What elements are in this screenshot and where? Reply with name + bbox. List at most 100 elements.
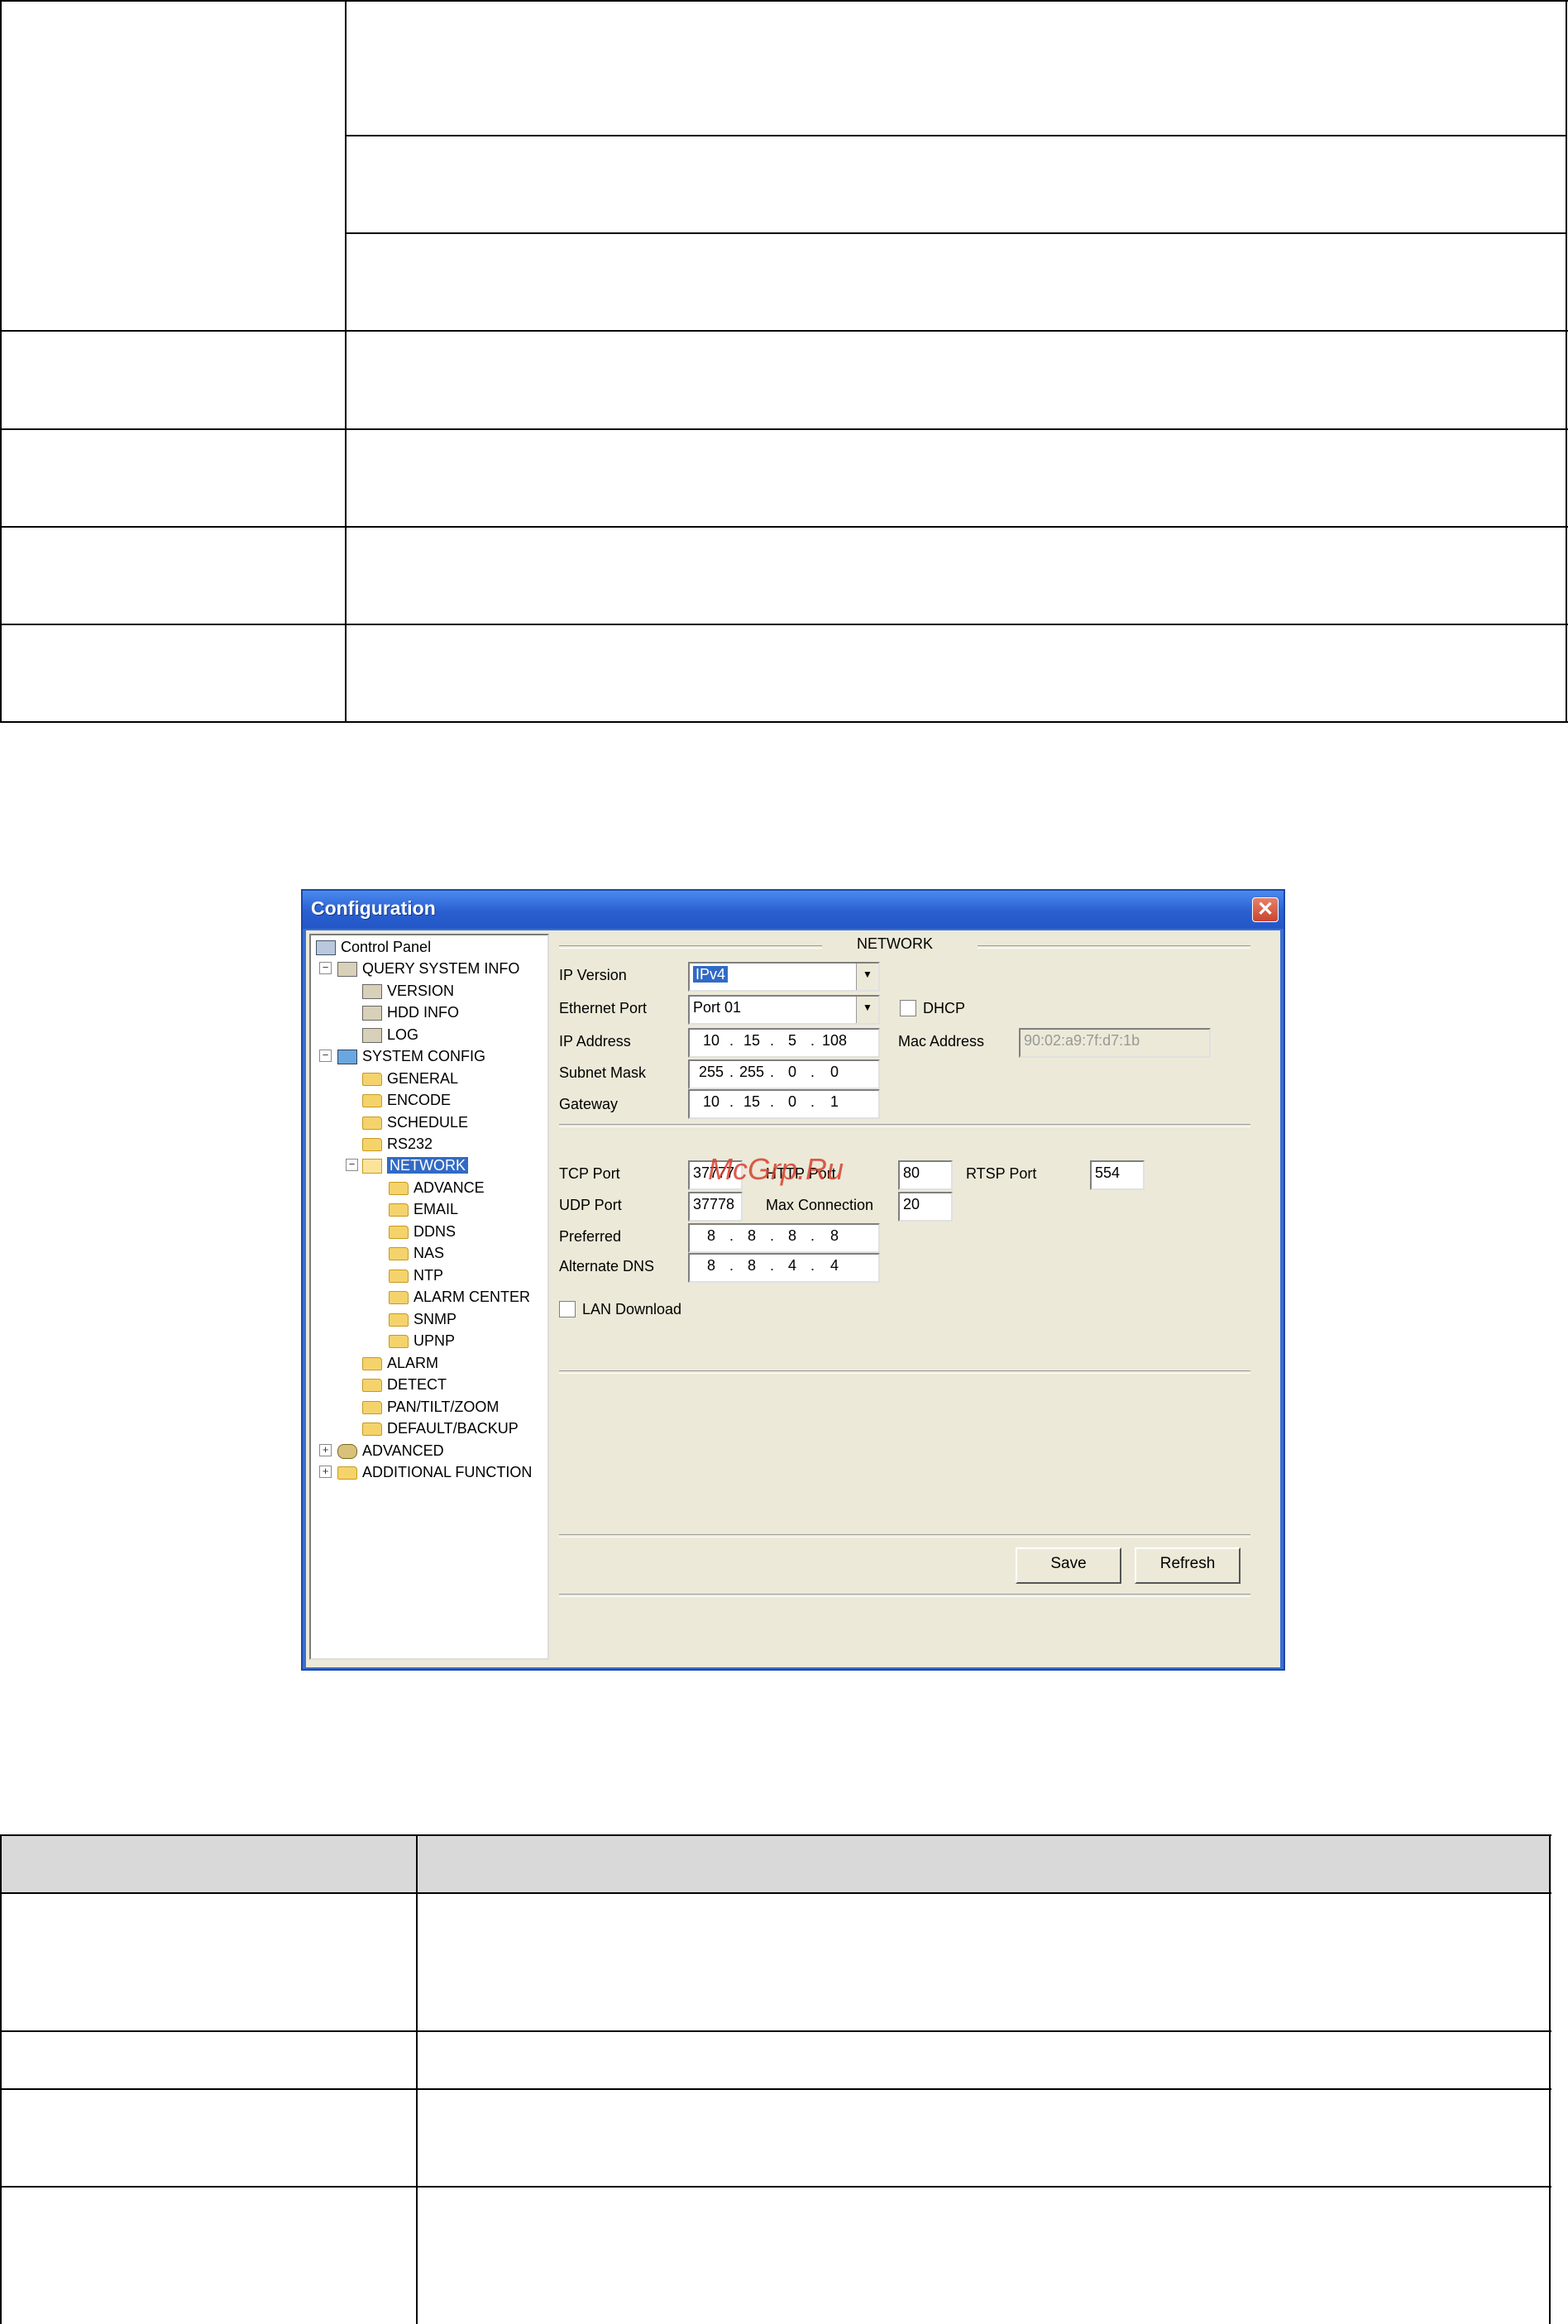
folder-icon — [389, 1270, 409, 1284]
folder-icon — [389, 1335, 409, 1349]
folder-icon — [362, 1094, 382, 1108]
refresh-button[interactable]: Refresh — [1135, 1547, 1241, 1584]
expand-icon[interactable]: + — [319, 1444, 332, 1456]
dhcp-label: DHCP — [923, 1000, 966, 1016]
folder-icon — [362, 1138, 382, 1152]
collapse-icon[interactable]: − — [319, 1050, 332, 1062]
tree-item-network[interactable]: NETWORK — [362, 1155, 468, 1175]
open-folder-icon — [362, 1159, 382, 1174]
close-icon: ✕ — [1256, 898, 1274, 921]
chevron-down-icon[interactable]: ▼ — [856, 964, 878, 990]
separator — [559, 1124, 1250, 1127]
preferred-dns-field[interactable]: 8.8.8.8 — [688, 1223, 880, 1253]
separator — [559, 1594, 1250, 1597]
folder-icon — [389, 1182, 409, 1196]
lan-download-label: LAN Download — [582, 1301, 682, 1317]
gears-icon — [337, 1444, 357, 1460]
tree-item-upnp[interactable]: UPNP — [389, 1331, 455, 1351]
folder-icon — [362, 1379, 382, 1393]
mac-address-field: 90:02:a9:7f:d7:1b — [1019, 1028, 1211, 1058]
folder-icon — [337, 1466, 357, 1480]
tree-item-hdd-info[interactable]: HDD INFO — [362, 1002, 459, 1022]
tree-item-alarm[interactable]: ALARM — [362, 1353, 438, 1373]
folder-icon — [389, 1203, 409, 1217]
tree-item-additional-function[interactable]: ADDITIONAL FUNCTION — [337, 1462, 532, 1482]
chevron-down-icon[interactable]: ▼ — [856, 997, 878, 1023]
title-bar[interactable]: Configuration ✕ — [303, 891, 1284, 929]
tools-icon — [337, 1050, 357, 1065]
expand-icon[interactable]: + — [319, 1466, 332, 1478]
tree-item-ntp[interactable]: NTP — [389, 1265, 443, 1285]
notepad-icon — [337, 962, 357, 978]
http-port-field[interactable]: 80 — [898, 1160, 953, 1190]
separator — [978, 945, 1250, 949]
ethernet-port-select[interactable]: Port 01 ▼ — [688, 995, 880, 1025]
rtsp-port-label: RTSP Port — [966, 1165, 1037, 1182]
mac-address-label: Mac Address — [898, 1033, 985, 1050]
separator — [559, 1370, 1250, 1374]
dialog-client: Control Panel − QUERY SYSTEM INFO VERSIO… — [306, 930, 1280, 1667]
notepad-icon — [362, 984, 382, 1000]
computer-icon — [316, 940, 336, 956]
configuration-dialog: Configuration ✕ Control Panel − QUERY SY… — [301, 889, 1285, 1671]
config-tree[interactable]: Control Panel − QUERY SYSTEM INFO VERSIO… — [309, 934, 549, 1660]
subnet-mask-field[interactable]: 255. 255. 0. 0 — [688, 1059, 880, 1089]
tree-item-detect[interactable]: DETECT — [362, 1375, 447, 1394]
preferred-dns-label: Preferred — [559, 1228, 622, 1245]
tree-item-version[interactable]: VERSION — [362, 981, 454, 1001]
alternate-dns-field[interactable]: 8.8.4.4 — [688, 1253, 880, 1283]
tree-item-query-system-info[interactable]: QUERY SYSTEM INFO — [337, 959, 519, 978]
folder-icon — [389, 1291, 409, 1305]
udp-port-field[interactable]: 37778 — [688, 1192, 743, 1222]
ethernet-port-label: Ethernet Port — [559, 1000, 648, 1016]
collapse-icon[interactable]: − — [319, 962, 332, 974]
tree-item-default-backup[interactable]: DEFAULT/BACKUP — [362, 1418, 519, 1438]
tree-item-advanced[interactable]: ADVANCED — [337, 1441, 444, 1461]
max-connection-field[interactable]: 20 — [898, 1192, 953, 1222]
tree-item-alarm-center[interactable]: ALARM CENTER — [389, 1287, 530, 1307]
tree-item-rs232[interactable]: RS232 — [362, 1134, 433, 1154]
separator — [559, 945, 822, 949]
folder-icon — [362, 1357, 382, 1371]
tree-item-schedule[interactable]: SCHEDULE — [362, 1112, 468, 1132]
udp-port-label: UDP Port — [559, 1197, 622, 1213]
subnet-mask-label: Subnet Mask — [559, 1064, 647, 1081]
notepad-icon — [362, 1006, 382, 1021]
separator — [559, 1534, 1250, 1537]
folder-icon — [362, 1073, 382, 1087]
tree-item-ptz[interactable]: PAN/TILT/ZOOM — [362, 1397, 499, 1417]
tree-item-system-config[interactable]: SYSTEM CONFIG — [337, 1046, 485, 1066]
notepad-icon — [362, 1028, 382, 1044]
tree-item-nas[interactable]: NAS — [389, 1243, 444, 1263]
rtsp-port-field[interactable]: 554 — [1090, 1160, 1145, 1190]
tree-item-email[interactable]: EMAIL — [389, 1199, 458, 1219]
tree-item-control-panel[interactable]: Control Panel — [316, 937, 431, 957]
tree-item-snmp[interactable]: SNMP — [389, 1309, 457, 1329]
close-button[interactable]: ✕ — [1252, 897, 1279, 922]
folder-icon — [389, 1226, 409, 1240]
tree-item-general[interactable]: GENERAL — [362, 1069, 458, 1088]
tree-item-log[interactable]: LOG — [362, 1025, 418, 1045]
tree-item-advance[interactable]: ADVANCE — [389, 1178, 485, 1198]
collapse-icon[interactable]: − — [346, 1159, 358, 1171]
gateway-field[interactable]: 10. 15. 0. 1 — [688, 1089, 880, 1119]
table-header-row — [0, 1834, 1551, 1894]
tree-item-encode[interactable]: ENCODE — [362, 1090, 451, 1110]
panel-heading: NETWORK — [857, 935, 933, 952]
folder-icon — [362, 1117, 382, 1131]
ip-address-label: IP Address — [559, 1033, 631, 1050]
gateway-label: Gateway — [559, 1096, 619, 1112]
max-connection-label: Max Connection — [766, 1197, 874, 1213]
alternate-dns-label: Alternate DNS — [559, 1258, 655, 1274]
dhcp-checkbox[interactable] — [900, 1000, 916, 1016]
save-button[interactable]: Save — [1016, 1547, 1121, 1584]
folder-icon — [362, 1423, 382, 1437]
ip-version-label: IP Version — [559, 967, 627, 983]
ip-address-field[interactable]: 10. 15. 5. 108 — [688, 1028, 880, 1058]
ip-version-select[interactable]: IPv4 ▼ — [688, 962, 880, 992]
folder-icon — [389, 1313, 409, 1327]
tree-item-ddns[interactable]: DDNS — [389, 1222, 456, 1241]
folder-icon — [362, 1401, 382, 1415]
dialog-title: Configuration — [311, 897, 436, 919]
lan-download-checkbox[interactable] — [559, 1301, 576, 1317]
